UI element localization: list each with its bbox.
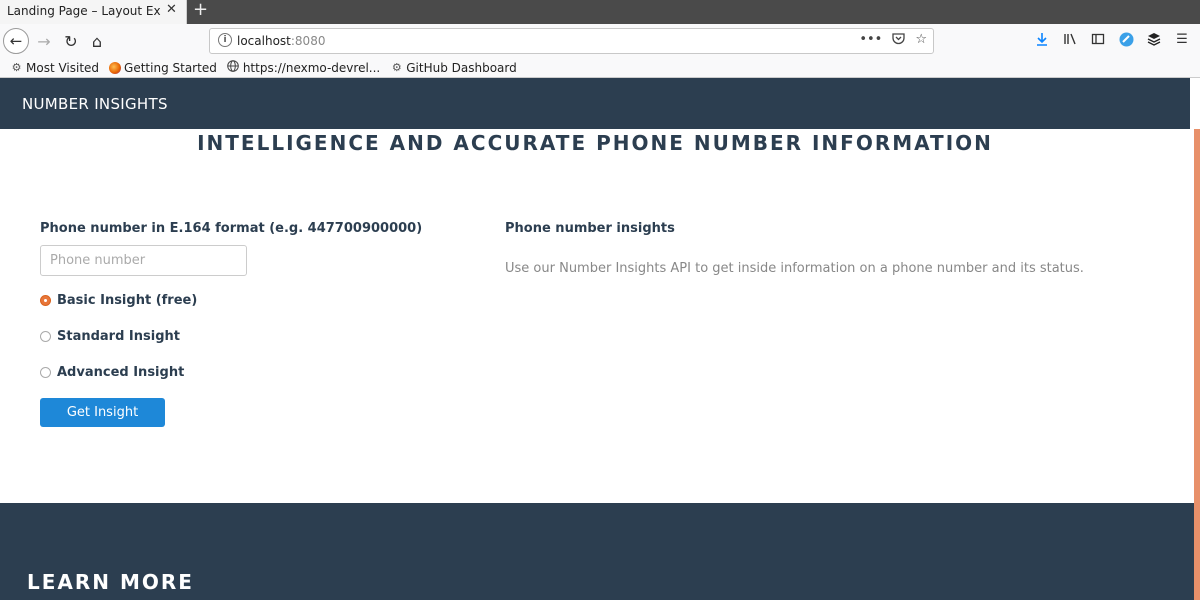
bookmark-getting-started[interactable]: Getting Started [109, 61, 217, 75]
forward-icon[interactable]: → [32, 29, 56, 53]
radio-button[interactable] [40, 331, 51, 342]
firefox-icon [109, 61, 122, 74]
bookmark-label: Most Visited [26, 60, 100, 75]
bookmark-label: https://nexmo-devrel... [242, 60, 381, 75]
bookmark-github-dashboard[interactable]: ⚙ GitHub Dashboard [390, 61, 517, 75]
url-host: localhost [237, 34, 291, 48]
radio-advanced-insight[interactable]: Advanced Insight [40, 365, 184, 380]
radio-button-checked[interactable] [40, 295, 51, 306]
page-title: INTELLIGENCE AND ACCURATE PHONE NUMBER I… [197, 131, 993, 155]
radio-label: Standard Insight [57, 329, 180, 344]
url-text[interactable]: localhost:8080 [237, 34, 325, 48]
url-port: :8080 [290, 34, 326, 48]
footer-section: LEARN MORE [0, 503, 1194, 600]
library-icon[interactable] [1062, 31, 1078, 47]
nav-toolbar: ← → ↻ ⌂ i localhost:8080 ••• ☆ ☰ [0, 24, 1200, 58]
radio-button[interactable] [40, 367, 51, 378]
new-tab-icon[interactable]: + [193, 0, 208, 20]
radio-label: Advanced Insight [57, 365, 185, 380]
page-actions-icon[interactable]: ••• [859, 32, 882, 49]
phone-number-label: Phone number in E.164 format (e.g. 44770… [40, 221, 423, 236]
bookmark-most-visited[interactable]: ⚙ Most Visited [10, 61, 99, 75]
reload-icon[interactable]: ↻ [59, 29, 83, 53]
pocket-icon[interactable] [892, 32, 905, 49]
bookmark-label: GitHub Dashboard [406, 60, 517, 75]
menu-icon[interactable]: ☰ [1174, 31, 1190, 47]
bookmark-label: Getting Started [124, 60, 217, 75]
bookmark-star-icon[interactable]: ☆ [915, 32, 927, 49]
insights-description: Use our Number Insights API to get insid… [505, 261, 1084, 276]
radio-label: Basic Insight (free) [57, 293, 198, 308]
radio-standard-insight[interactable]: Standard Insight [40, 329, 180, 344]
url-bar[interactable]: i localhost:8080 ••• ☆ [209, 28, 934, 54]
phone-number-input[interactable] [40, 245, 247, 276]
sidebar-icon[interactable] [1090, 31, 1106, 47]
radio-basic-insight[interactable]: Basic Insight (free) [40, 293, 197, 308]
bookmark-nexmo-devrel[interactable]: https://nexmo-devrel... [227, 60, 380, 75]
tab-strip: Landing Page – Layout Exam ✕ + [0, 0, 1200, 24]
tab-title: Landing Page – Layout Exam [7, 4, 161, 18]
site-header: NUMBER INSIGHTS [0, 78, 1190, 129]
insights-heading: Phone number insights [505, 221, 675, 236]
site-brand[interactable]: NUMBER INSIGHTS [22, 95, 168, 113]
scrollbar[interactable] [1194, 129, 1200, 600]
back-icon[interactable]: ← [3, 28, 29, 54]
download-icon[interactable] [1034, 31, 1050, 47]
bookmarks-bar: ⚙ Most Visited Getting Started https://n… [0, 58, 1200, 78]
github-icon: ⚙ [391, 61, 402, 74]
gear-icon: ⚙ [11, 61, 22, 74]
globe-icon [227, 60, 240, 75]
get-insight-button[interactable]: Get Insight [40, 398, 165, 427]
layers-icon[interactable] [1146, 31, 1162, 47]
info-icon[interactable]: i [218, 33, 232, 47]
browser-tab[interactable]: Landing Page – Layout Exam ✕ [0, 0, 187, 24]
close-tab-icon[interactable]: ✕ [166, 2, 177, 17]
extension-icon[interactable] [1118, 31, 1134, 47]
home-icon[interactable]: ⌂ [85, 29, 109, 53]
learn-more-heading: LEARN MORE [27, 570, 194, 594]
